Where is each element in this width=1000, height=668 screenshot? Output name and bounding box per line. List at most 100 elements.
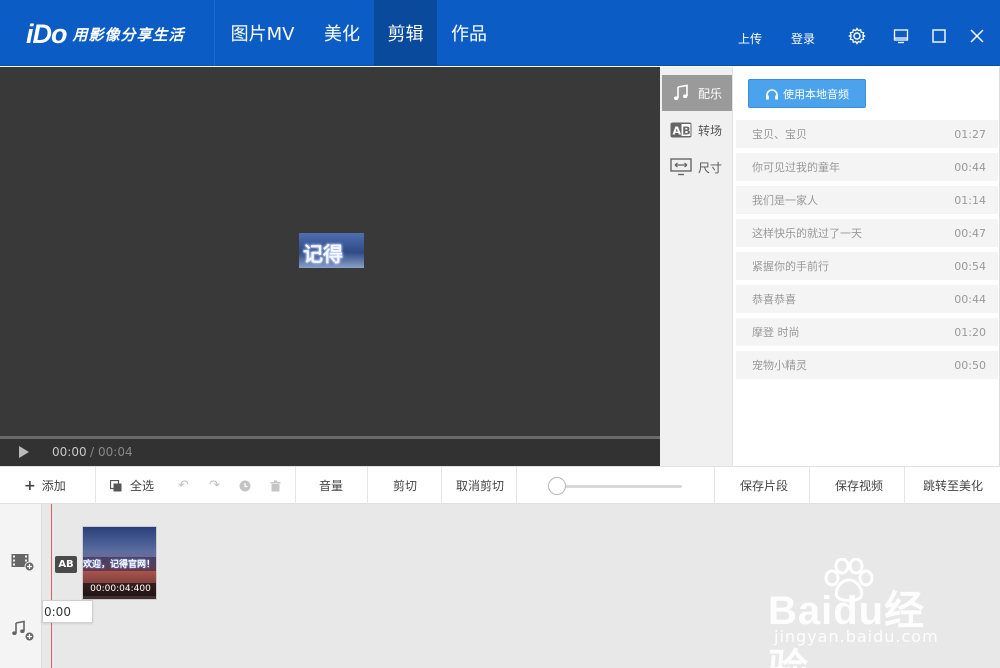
play-button[interactable] [19,446,29,458]
tab-label: 作品 [451,24,487,45]
preview-overlay-text: 记得 [303,242,343,266]
upload-link[interactable]: 上传 [738,30,762,47]
clock-icon [239,480,251,491]
tab-label: 图片MV [230,24,295,45]
timeline-playhead[interactable] [51,504,52,668]
song-item[interactable]: 恭喜恭喜 00:44 [736,285,998,313]
side-tab-music[interactable]: 配乐 [662,75,732,111]
save-video-button[interactable]: 保存视频 [835,467,883,504]
toolbar-divider [441,467,442,504]
song-duration: 01:27 [954,127,986,141]
music-panel: 使用本地音频 宝贝、宝贝 01:27 你可见过我的童年 00:44 我们是一家人 01… [734,67,1000,466]
edit-toolbar: + 添加 全选 ↶ ↷ 音量 剪切 取消剪切 保存片段 保存视频 跳转至美化 [0,466,1000,504]
zoom-slider-track[interactable] [557,485,682,488]
save-segment-label: 保存片段 [740,479,789,493]
select-all-icon [110,479,122,491]
main-nav: 图片MV 美化 剪辑 作品 [215,0,501,66]
tab-label: 美化 [324,24,360,45]
side-tab-label: 尺寸 [698,160,723,175]
song-title: 恭喜恭喜 [752,293,796,306]
timeline[interactable]: AB 欢迎，记得官网！ 00:00:04:400 0:00 Baidu经验 ji… [0,504,1000,668]
close-icon[interactable] [968,27,986,45]
tab-edit[interactable]: 剪辑 [374,0,437,66]
delete-button[interactable] [270,467,281,504]
video-preview[interactable]: 记得 [0,67,660,436]
playback-bar: 00:00 / 00:04 [0,439,660,466]
track-gutter [0,504,42,668]
clip-duration: 00:00:04:400 [83,583,156,596]
song-title: 紧握你的手前行 [752,260,829,273]
add-video-track-icon[interactable] [11,552,35,572]
redo-icon: ↷ [209,478,220,493]
headphones-icon [766,88,778,99]
time-separator: / [90,445,95,459]
logo-slogan: 用影像分享生活 [72,25,185,44]
redo-button[interactable]: ↷ [209,467,220,504]
clip-banner: 欢迎，记得官网！ [83,557,156,571]
song-item[interactable]: 这样快乐的就过了一天 00:47 [736,219,998,247]
goto-beautify-label: 跳转至美化 [923,479,984,493]
skin-icon[interactable] [892,27,910,45]
goto-beautify-button[interactable]: 跳转至美化 [923,467,983,504]
watermark-url: jingyan.baidu.com [774,627,939,646]
current-time: 00:00 [52,445,87,459]
transition-marker[interactable]: AB [55,556,77,573]
use-local-audio-button[interactable]: 使用本地音频 [748,79,866,108]
login-link[interactable]: 登录 [791,30,815,47]
maximize-icon[interactable] [930,27,948,45]
ab-transition-icon: AB [670,121,692,139]
select-all-button[interactable]: 全选 [110,467,154,504]
song-item[interactable]: 紧握你的手前行 00:54 [736,252,998,280]
undo-button[interactable]: ↶ [178,467,189,504]
baidu-watermark: Baidu经验 jingyan.baidu.com [760,558,960,668]
volume-label: 音量 [319,479,344,493]
song-duration: 00:47 [954,226,986,240]
tab-works[interactable]: 作品 [437,0,501,66]
side-tab-label: 配乐 [698,86,723,101]
tab-picture-mv[interactable]: 图片MV [215,0,310,66]
watermark-brand: Baidu经验 [768,589,926,668]
total-time: 00:04 [98,445,133,459]
song-duration: 00:50 [954,358,986,372]
title-bar: iDo 用影像分享生活 图片MV 美化 剪辑 作品 上传 登录 [0,0,1000,66]
zoom-slider-knob[interactable] [548,477,566,495]
volume-button[interactable]: 音量 [319,467,343,504]
song-duration: 00:44 [954,292,986,306]
uncut-button[interactable]: 取消剪切 [456,467,504,504]
side-tab-bar: 配乐 AB 转场 尺寸 [660,67,733,466]
song-duration: 01:14 [954,193,986,207]
song-item[interactable]: 宝贝、宝贝 01:27 [736,120,998,148]
song-duration: 00:54 [954,259,986,273]
cut-label: 剪切 [393,479,418,493]
plus-icon: + [24,477,36,494]
select-all-label: 全选 [130,479,155,493]
side-tab-label: 转场 [698,123,723,138]
size-icon [670,158,692,176]
side-tab-transition[interactable]: AB 转场 [662,112,732,148]
svg-text:A: A [673,125,682,138]
gear-icon[interactable] [848,27,866,45]
side-tab-size[interactable]: 尺寸 [662,149,732,185]
save-segment-button[interactable]: 保存片段 [740,467,788,504]
add-music-track-icon[interactable] [11,620,35,642]
song-item[interactable]: 我们是一家人 01:14 [736,186,998,214]
song-title: 这样快乐的就过了一天 [752,227,862,240]
history-button[interactable] [239,467,251,504]
toolbar-divider [367,467,368,504]
preview-frame: 记得 [299,233,364,268]
tab-beautify[interactable]: 美化 [310,0,374,66]
song-item[interactable]: 摩登 时尚 01:20 [736,318,998,346]
add-button[interactable]: + 添加 [24,467,66,504]
toolbar-divider [809,467,810,504]
song-item[interactable]: 宠物小精灵 00:50 [736,351,998,379]
video-clip[interactable]: 欢迎，记得官网！ 00:00:04:400 [82,526,157,600]
transition-label: AB [58,559,74,570]
song-title: 我们是一家人 [752,194,818,207]
cut-button[interactable]: 剪切 [393,467,417,504]
undo-icon: ↶ [178,478,189,493]
song-item[interactable]: 你可见过我的童年 00:44 [736,153,998,181]
toolbar-divider [95,467,96,504]
local-audio-label: 使用本地音频 [783,87,849,101]
toolbar-divider [516,467,517,504]
tab-label: 剪辑 [387,24,424,45]
